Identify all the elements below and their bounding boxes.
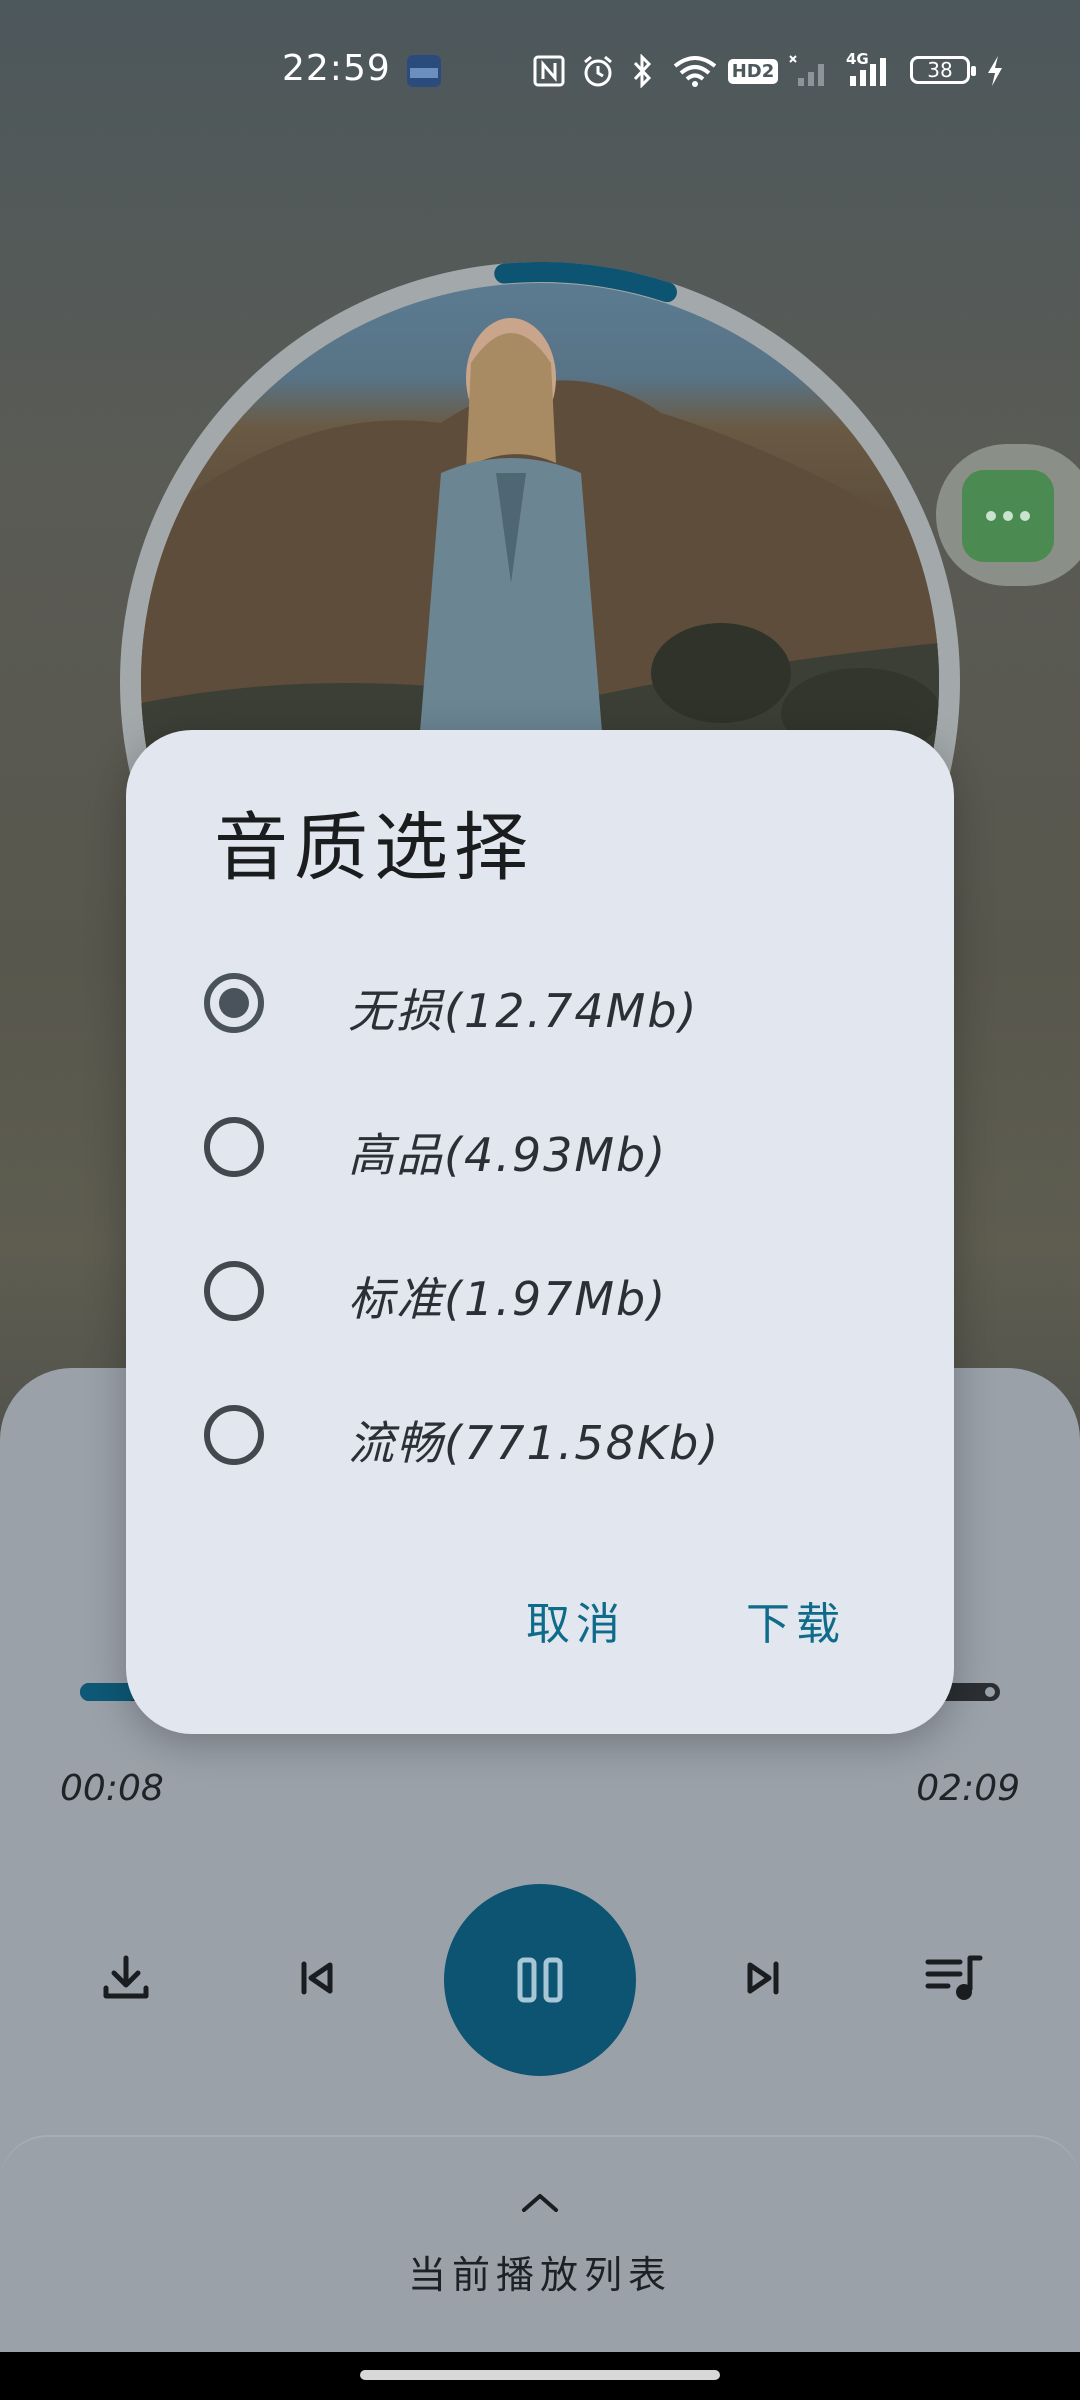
next-button[interactable]: [726, 1942, 798, 2014]
gallery-thumbnail-icon: [406, 54, 442, 88]
option-label: 无损(12.74Mb): [348, 984, 699, 1038]
nfc-icon: [532, 54, 566, 88]
previous-button[interactable]: [282, 1942, 354, 2014]
quality-option-high[interactable]: 高品(4.93Mb): [126, 1081, 954, 1213]
cancel-button[interactable]: 取消: [526, 1588, 626, 1652]
more-options-button[interactable]: [962, 470, 1054, 562]
wifi-icon: [672, 54, 718, 88]
battery-level: 38: [927, 58, 953, 82]
dot-icon: [986, 511, 996, 521]
dialog-title: 音质选择: [214, 805, 534, 891]
option-label: 标准(1.97Mb): [348, 1272, 668, 1326]
alarm-icon: [580, 54, 616, 88]
charging-icon: [984, 54, 1006, 88]
network-type-label: 4G: [846, 50, 869, 68]
battery-icon: 38: [910, 56, 976, 84]
chevron-up-icon[interactable]: [518, 2188, 562, 2218]
status-time: 22:59: [282, 48, 391, 89]
quality-option-lossless[interactable]: 无损(12.74Mb): [126, 937, 954, 1069]
4g-signal-icon: 4G: [846, 50, 892, 88]
dot-icon: [1020, 511, 1030, 521]
pause-icon: [517, 1957, 563, 2003]
download-confirm-button[interactable]: 下载: [746, 1588, 846, 1652]
bluetooth-icon: [628, 54, 656, 88]
download-button[interactable]: [90, 1942, 162, 2014]
queue-music-icon: [925, 1955, 983, 2000]
option-label: 流畅(771.58Kb): [348, 1416, 721, 1470]
hd-call-icon: HD2: [727, 54, 779, 88]
dot-icon: [1003, 511, 1013, 521]
radio-button[interactable]: [204, 1405, 264, 1465]
radio-button[interactable]: [204, 973, 264, 1033]
elapsed-time: 00:08: [60, 1768, 164, 1809]
quality-option-standard[interactable]: 标准(1.97Mb): [126, 1225, 954, 1357]
skip-previous-icon: [301, 1961, 333, 1995]
home-gesture-handle[interactable]: [360, 2370, 720, 2380]
status-bar: 22:59 HD2 4G 38: [0, 0, 1080, 140]
playlist-button[interactable]: [918, 1942, 990, 2014]
hd-label: HD2: [727, 58, 779, 84]
signal-weak-icon: [788, 54, 832, 88]
playlist-label[interactable]: 当前播放列表: [0, 2244, 1080, 2299]
skip-next-icon: [747, 1961, 779, 1995]
download-icon: [103, 1955, 149, 1999]
seek-bar-end-dot: [985, 1687, 995, 1697]
radio-button[interactable]: [204, 1117, 264, 1177]
radio-button[interactable]: [204, 1261, 264, 1321]
play-pause-button[interactable]: [444, 1884, 636, 2076]
quality-option-smooth[interactable]: 流畅(771.58Kb): [126, 1369, 954, 1501]
option-label: 高品(4.93Mb): [348, 1128, 668, 1182]
total-time: 02:09: [916, 1768, 1020, 1809]
